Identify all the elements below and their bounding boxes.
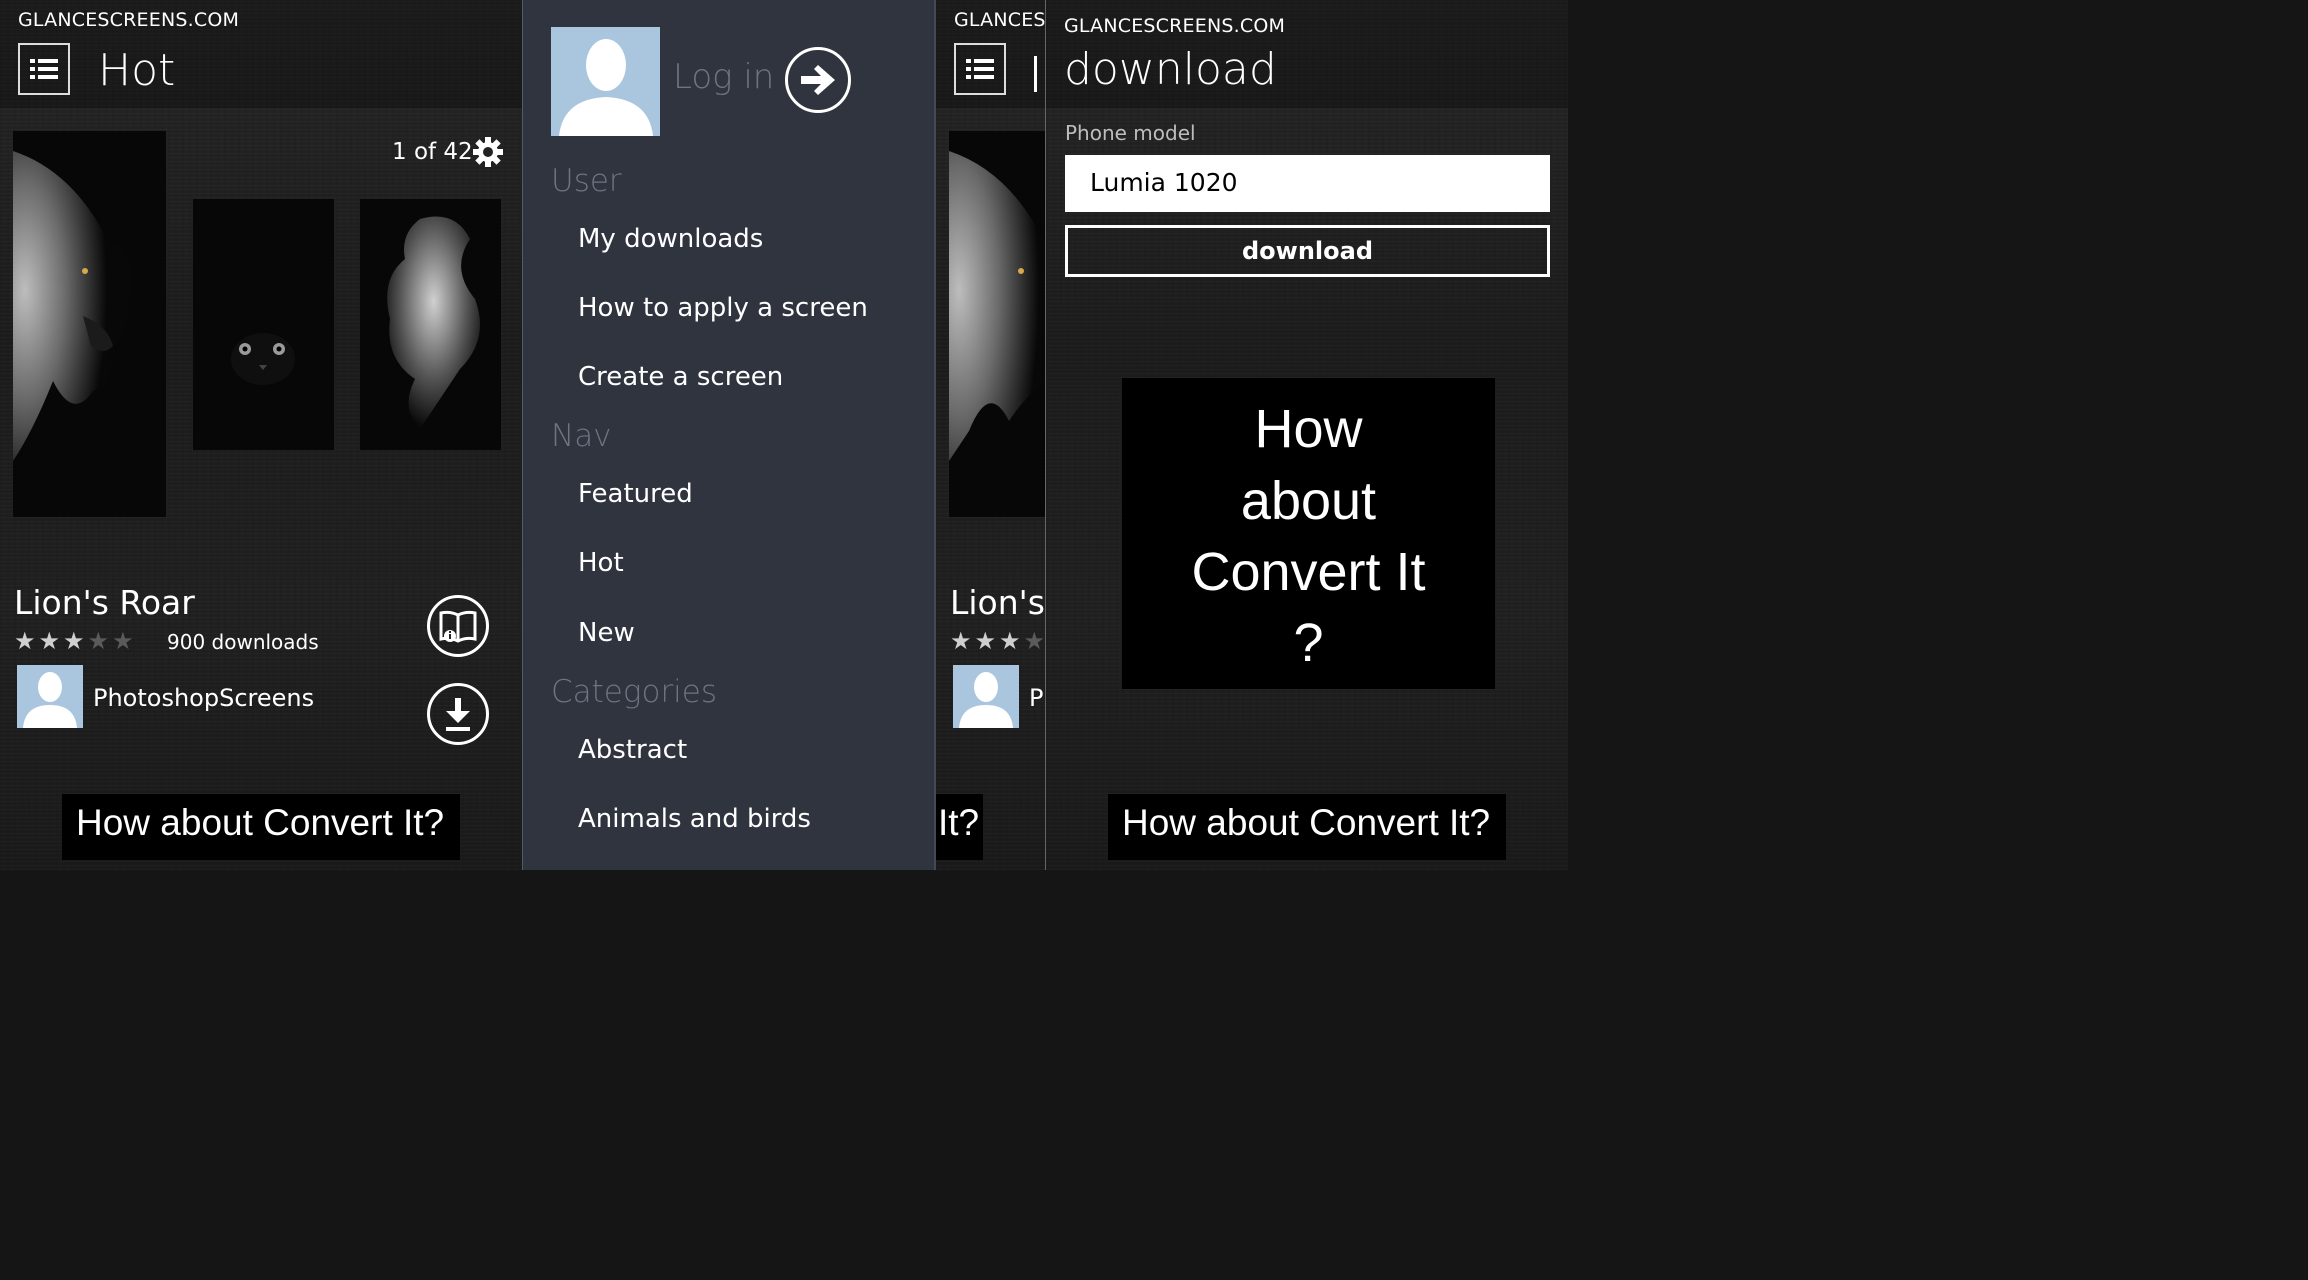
menu-button[interactable] [954,43,1006,95]
author-avatar[interactable] [953,665,1019,728]
menu-item-animals-birds[interactable]: Animals and birds [578,804,811,834]
ad-text: How about Convert It? [76,802,445,843]
star-icon: ★ [14,627,39,655]
star-icon: ★ [1023,627,1046,655]
star-icon: ★ [974,627,1000,655]
promo-line-1: How [1254,399,1363,459]
screen-thumbnail-lion[interactable] [13,131,166,517]
menu-item-hot[interactable]: Hot [578,548,624,578]
author-name[interactable]: PhotoshopScreens [93,684,314,712]
phone-model-value: Lumia 1020 [1090,168,1238,197]
page-title: download [1064,44,1277,95]
download-count: 900 downloads [167,630,319,654]
rating-stars: ★★★★★ [14,627,137,655]
download-button-label: download [1241,237,1373,265]
screen-thumbnail-lion[interactable] [949,131,1046,517]
hot-screen-panel: GLANCESCREENS.COM Hot 1 of 42 Lion's Roa… [0,0,522,870]
page-title: Hot [98,45,176,96]
menu-item-abstract[interactable]: Abstract [578,735,687,765]
screen-name: Lion's Roar [14,583,195,622]
book-info-icon [439,610,477,643]
site-name: GLANCESC [954,9,1046,31]
promo-box[interactable]: How about Convert It ? [1122,378,1495,689]
person-icon [959,672,1013,728]
settings-button[interactable] [472,136,504,168]
promo-line-3: Convert It [1191,542,1426,602]
ad-banner[interactable]: How about Convert It? [62,794,460,860]
rating-stars: ★★★★ [950,627,1046,655]
menu-item-new[interactable]: New [578,618,635,648]
menu-item-featured[interactable]: Featured [578,479,693,509]
cat-image [231,333,295,385]
star-icon: ★ [999,627,1024,655]
author-avatar[interactable] [17,665,83,728]
star-icon: ★ [950,627,975,655]
download-screen-panel: GLANCESCREENS.COM download Phone model L… [1045,0,1568,870]
login-label[interactable]: Log in [673,57,774,97]
promo-line-4: ? [1293,613,1324,673]
ad-banner[interactable]: How about Convert It? [1108,794,1506,860]
site-name: GLANCESCREENS.COM [1064,15,1286,37]
page-title-fragment [1034,56,1037,92]
star-icon: ★ [112,627,137,655]
gear-icon [473,137,503,167]
person-icon [559,39,653,136]
screen-thumbnail-cat[interactable] [193,199,334,450]
menu-item-how-to-apply[interactable]: How to apply a screen [578,293,868,323]
star-icon: ★ [87,627,113,655]
promo-line-2: about [1240,471,1377,531]
author-name[interactable]: P [1029,684,1043,712]
menu-button[interactable] [18,43,70,95]
section-heading-categories: Categories [551,674,718,710]
person-icon [23,672,77,728]
ad-text: It? [938,802,980,843]
section-heading-user: User [551,163,622,199]
star-icon: ★ [63,627,88,655]
download-button[interactable] [427,683,489,745]
lion-image [949,151,1046,461]
lion-image [13,151,131,461]
screen-thumbnail-spiderman[interactable] [360,199,501,450]
phone-model-field[interactable]: Lumia 1020 [1065,155,1550,212]
page-counter: 1 of 42 [392,139,473,165]
spiderman-image [387,216,480,429]
phone-model-label: Phone model [1065,121,1196,145]
list-icon [30,59,58,79]
ad-banner[interactable]: It? [936,794,983,860]
list-icon [966,59,994,79]
star-icon: ★ [38,627,64,655]
details-button[interactable] [427,595,489,657]
hot-screen-partial-panel: GLANCESC Lion's ★★★★ P It? [936,0,1046,870]
login-button[interactable] [785,47,851,113]
ad-text: How about Convert It? [1122,802,1491,843]
menu-item-create-screen[interactable]: Create a screen [578,362,783,392]
download-icon [446,698,470,731]
arrow-right-icon [801,65,835,95]
navigation-menu-panel: Log in User My downloads How to apply a … [522,0,936,870]
site-name: GLANCESCREENS.COM [18,9,240,31]
section-heading-nav: Nav [551,418,612,454]
screen-name: Lion's [950,583,1045,622]
download-submit-button[interactable]: download [1065,225,1550,277]
user-avatar[interactable] [551,27,660,136]
menu-item-my-downloads[interactable]: My downloads [578,224,763,254]
